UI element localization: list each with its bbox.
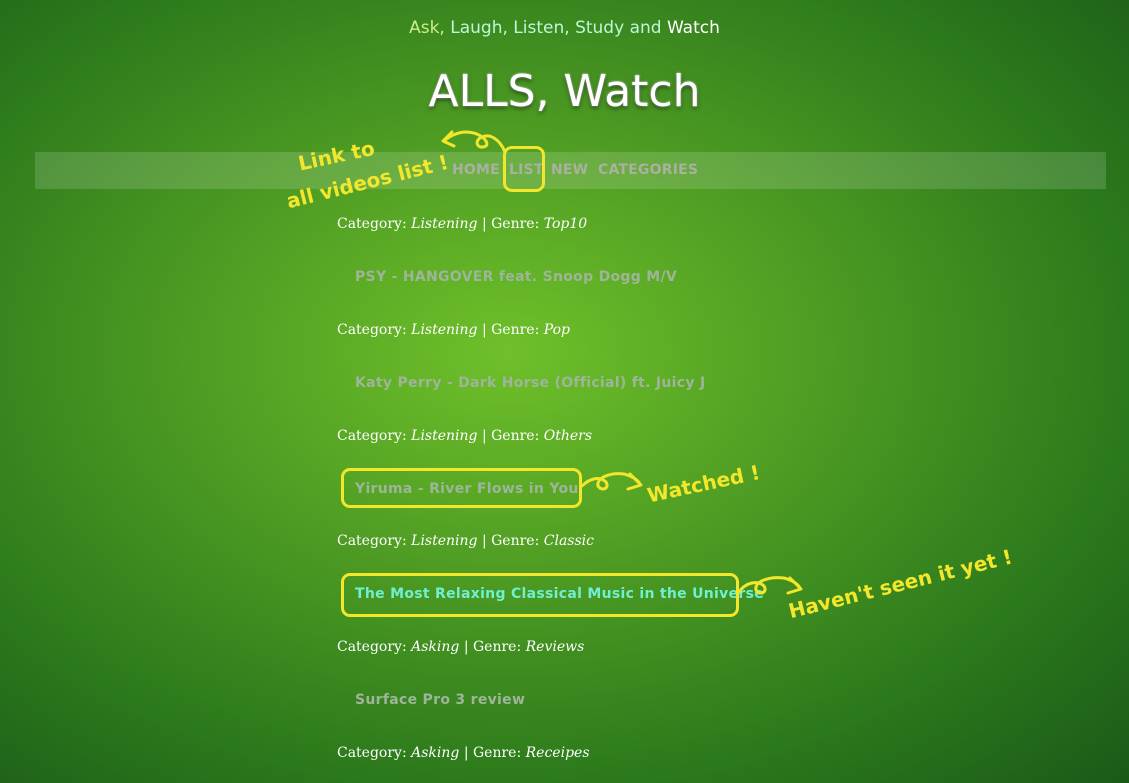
list-arrow bbox=[443, 130, 507, 154]
annotation-arrows bbox=[441, 130, 803, 595]
